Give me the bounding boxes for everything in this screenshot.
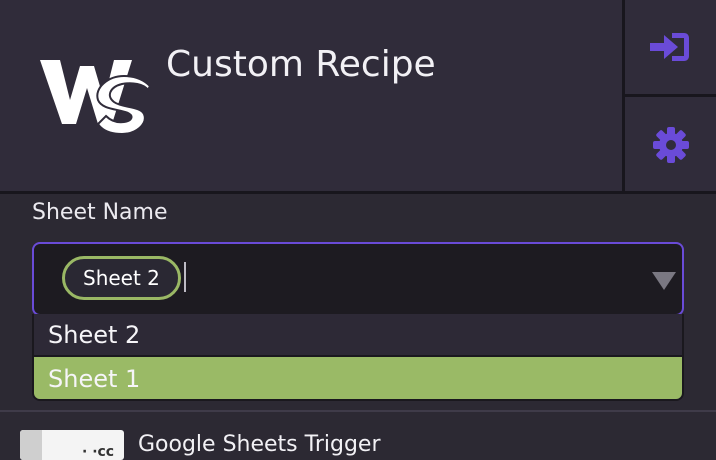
- header-actions: [622, 0, 716, 192]
- login-button[interactable]: [625, 0, 716, 94]
- option-label: Sheet 1: [48, 364, 141, 393]
- thumbnail-strip: [20, 430, 42, 460]
- settings-button[interactable]: [625, 97, 716, 192]
- selected-sheet-chip-label: Sheet 2: [83, 266, 160, 290]
- selected-sheet-chip[interactable]: Sheet 2: [62, 256, 181, 300]
- sheet-name-select[interactable]: Sheet 2: [32, 242, 684, 316]
- option-label: Sheet 2: [48, 320, 141, 349]
- login-icon: [649, 33, 689, 61]
- header-divider: [0, 191, 716, 194]
- trigger-title[interactable]: Google Sheets Trigger: [138, 432, 381, 457]
- option-sheet-1[interactable]: Sheet 1: [34, 357, 682, 399]
- app-header: Custom Recipe: [0, 0, 716, 192]
- section-divider: [0, 410, 716, 412]
- google-sheets-trigger-thumbnail: · ·cc: [20, 430, 124, 460]
- page-title: Custom Recipe: [166, 44, 436, 85]
- sheet-options-dropdown: Sheet 2 Sheet 1: [32, 314, 684, 401]
- thumbnail-mark: · ·cc: [82, 444, 115, 460]
- text-cursor: [184, 262, 186, 292]
- sheet-name-label: Sheet Name: [32, 200, 168, 225]
- dropdown-arrow-icon[interactable]: [652, 272, 676, 290]
- gear-icon: [652, 126, 689, 163]
- option-sheet-2[interactable]: Sheet 2: [34, 314, 682, 357]
- ws-logo: [40, 60, 152, 136]
